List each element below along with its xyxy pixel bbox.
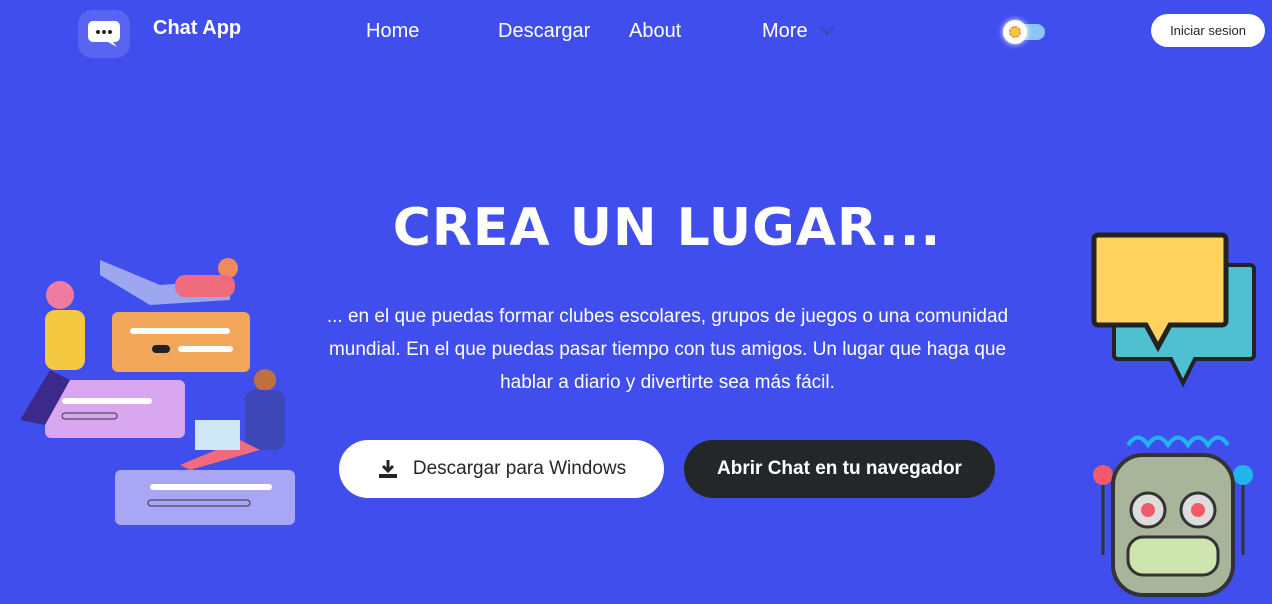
app-logo[interactable] [78, 10, 130, 58]
nav-more-label: More [762, 20, 808, 42]
nav-more[interactable]: More [762, 20, 834, 43]
chevron-down-icon [819, 20, 834, 36]
nav-about[interactable]: About [629, 20, 681, 43]
chat-bubble-icon [88, 21, 120, 47]
speech-bubbles-illustration [1091, 232, 1256, 388]
robot-illustration [1093, 435, 1253, 597]
nav-descargar[interactable]: Descargar [498, 20, 590, 43]
download-windows-button[interactable]: Descargar para Windows [339, 440, 664, 498]
nav-home[interactable]: Home [366, 20, 419, 43]
sun-icon [1003, 20, 1027, 44]
theme-toggle[interactable] [1003, 20, 1045, 44]
people-chatting-illustration [20, 258, 295, 525]
download-icon [378, 460, 397, 478]
download-label: Descargar para Windows [412, 458, 627, 479]
hero-description: ... en el que puedas formar clubes escol… [326, 306, 1009, 393]
open-browser-button[interactable]: Abrir Chat en tu navegador [684, 440, 995, 498]
login-button[interactable]: Iniciar sesion [1151, 14, 1265, 47]
brand-name: Chat App [153, 17, 242, 39]
